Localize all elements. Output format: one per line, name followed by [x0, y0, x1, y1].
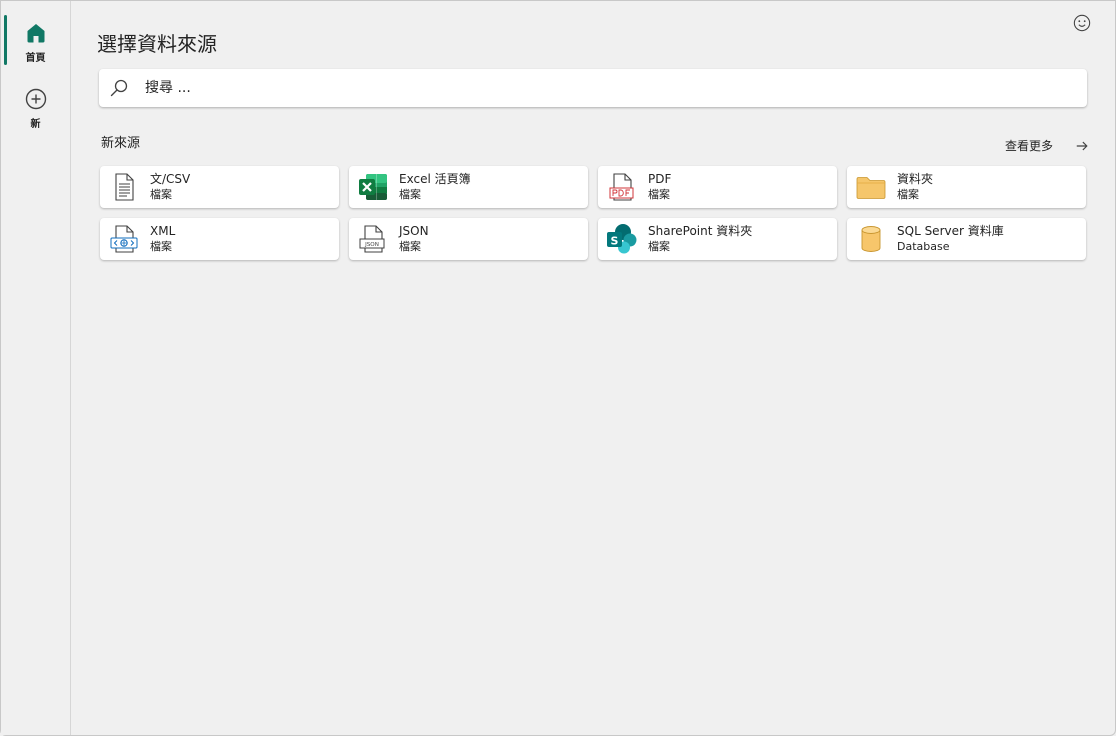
app-window: 首頁 新 選擇資料來源 新來源 查看更多 [0, 0, 1116, 736]
search-box[interactable] [99, 69, 1087, 107]
source-card-text-csv[interactable]: 文/CSV 檔案 [100, 166, 339, 208]
svg-text:JSON: JSON [364, 242, 379, 248]
source-name: SQL Server 資料庫 [897, 224, 1004, 238]
excel-icon [359, 174, 387, 200]
source-card-folder[interactable]: 資料夾 檔案 [847, 166, 1086, 208]
source-sub: 檔案 [150, 188, 172, 201]
source-name: JSON [399, 224, 429, 238]
folder-icon [856, 177, 886, 199]
left-rail: 首頁 新 [1, 1, 71, 735]
source-name: SharePoint 資料夾 [648, 224, 753, 238]
source-card-sharepoint[interactable]: S SharePoint 資料夾 檔案 [598, 218, 837, 260]
json-icon: JSON [359, 225, 385, 253]
source-sub: 檔案 [648, 240, 670, 253]
source-name: 文/CSV [150, 172, 191, 186]
database-icon [861, 226, 881, 252]
source-name: Excel 活頁簿 [399, 172, 471, 186]
xml-icon [110, 225, 138, 253]
search-input[interactable] [143, 79, 1047, 97]
page-title: 選擇資料來源 [97, 32, 217, 57]
smiley-icon[interactable] [1073, 14, 1091, 32]
source-sub: 檔案 [399, 240, 421, 253]
source-sub: 檔案 [897, 188, 919, 201]
rail-label-home: 首頁 [25, 53, 46, 64]
source-sub: 檔案 [150, 240, 172, 253]
source-card-xml[interactable]: XML 檔案 [100, 218, 339, 260]
pdf-icon [609, 173, 634, 201]
source-card-excel[interactable]: Excel 活頁簿 檔案 [349, 166, 588, 208]
search-icon [110, 79, 128, 97]
text-file-icon [115, 173, 134, 201]
source-sub: Database [897, 240, 950, 253]
main-content: 選擇資料來源 新來源 查看更多 [71, 1, 1115, 735]
source-card-pdf[interactable]: PDF 檔案 [598, 166, 837, 208]
see-more-link[interactable]: 查看更多 [1005, 137, 1089, 154]
source-name: 資料夾 [897, 172, 934, 186]
source-sub: 檔案 [399, 188, 421, 201]
source-name: PDF [648, 172, 672, 186]
source-card-sql-server[interactable]: SQL Server 資料庫 Database [847, 218, 1086, 260]
svg-text:S: S [611, 235, 619, 248]
add-circle-icon [25, 88, 46, 110]
source-card-json[interactable]: JSON JSON 檔案 [349, 218, 588, 260]
sharepoint-icon: S [607, 224, 637, 254]
source-grid: 文/CSV 檔案 Excel 活頁簿 檔案 PDF 檔案 資料夾 檔案 XML … [100, 166, 1086, 260]
rail-item-home[interactable]: 首頁 [1, 11, 70, 67]
home-icon [27, 24, 44, 43]
rail-item-new[interactable]: 新 [1, 77, 70, 133]
see-more-label: 查看更多 [1004, 139, 1053, 153]
rail-label-new: 新 [30, 119, 41, 130]
section-title: 新來源 [101, 136, 141, 151]
source-name: XML [150, 224, 176, 238]
source-sub: 檔案 [648, 188, 670, 201]
arrow-right-icon [1076, 141, 1088, 150]
